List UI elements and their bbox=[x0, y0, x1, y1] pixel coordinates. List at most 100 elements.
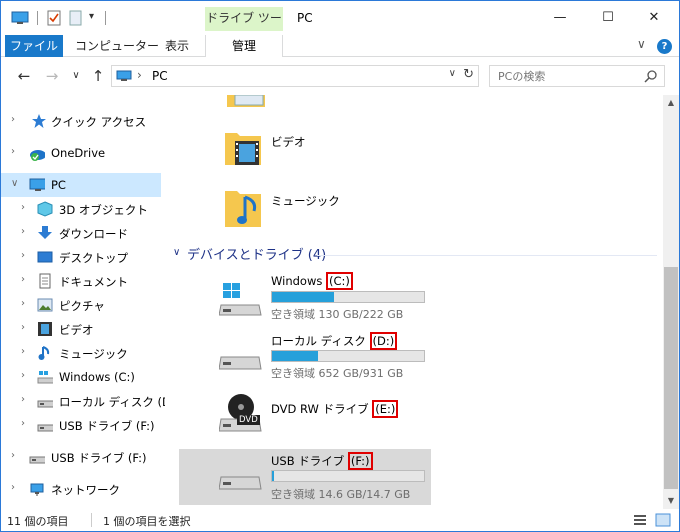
expand-chevron-icon[interactable]: › bbox=[21, 346, 25, 357]
3d-objects-icon bbox=[37, 201, 53, 217]
properties-icon[interactable] bbox=[47, 10, 61, 26]
status-bar: 11 個の項目 1 個の項目を選択 bbox=[1, 509, 679, 531]
address-history-dropdown[interactable]: ∨ bbox=[449, 68, 456, 79]
windows-drive-icon bbox=[37, 371, 53, 384]
expand-chevron-icon[interactable]: › bbox=[21, 298, 25, 309]
pc-icon bbox=[29, 178, 45, 191]
drive-usage-bar bbox=[271, 350, 425, 362]
pc-icon bbox=[116, 70, 132, 81]
nav-item-label: USB ドライブ (F:) bbox=[51, 451, 147, 465]
nav-item-onedrive[interactable]: › OneDrive bbox=[1, 141, 161, 165]
breadcrumb-separator[interactable]: › bbox=[137, 68, 142, 82]
up-button[interactable]: ↑ bbox=[89, 67, 107, 85]
tab-computer[interactable]: コンピューター bbox=[75, 35, 159, 57]
customize-quick-access-icon[interactable]: ▾ bbox=[89, 11, 94, 22]
expand-chevron-icon[interactable]: › bbox=[21, 202, 25, 213]
tab-file[interactable]: ファイル bbox=[5, 35, 63, 57]
search-input[interactable] bbox=[490, 66, 640, 86]
expand-chevron-icon[interactable]: › bbox=[21, 274, 25, 285]
star-icon bbox=[32, 114, 46, 128]
collapse-chevron-icon[interactable]: ∨ bbox=[11, 178, 18, 189]
nav-item-label: クイック アクセス bbox=[51, 115, 147, 129]
expand-chevron-icon[interactable]: › bbox=[11, 482, 15, 493]
nav-item-videos[interactable]: › ビデオ bbox=[1, 317, 161, 341]
forward-button[interactable]: → bbox=[43, 67, 61, 85]
drive-name: Windows (C:) bbox=[271, 272, 353, 290]
drive-letter-highlight: (E:) bbox=[372, 400, 399, 418]
tab-view[interactable]: 表示 bbox=[165, 35, 189, 57]
expand-chevron-icon[interactable]: › bbox=[21, 370, 25, 381]
dvd-badge: DVD bbox=[237, 415, 260, 425]
search-box[interactable] bbox=[489, 65, 665, 87]
new-folder-icon[interactable] bbox=[69, 10, 82, 26]
network-icon bbox=[30, 483, 44, 496]
expand-chevron-icon[interactable]: › bbox=[11, 146, 15, 157]
nav-item-local-disk-d[interactable]: › ローカル ディスク (D:) bbox=[1, 389, 165, 413]
download-icon bbox=[38, 226, 52, 239]
group-divider bbox=[317, 255, 657, 256]
expand-chevron-icon[interactable]: › bbox=[11, 450, 15, 461]
ribbon-tab-bar: ファイル コンピューター 表示 管理 ∨ bbox=[1, 35, 679, 57]
scroll-up-arrow-icon[interactable]: ▲ bbox=[663, 95, 679, 111]
nav-item-3d-objects[interactable]: › 3D オブジェクト bbox=[1, 197, 161, 221]
folder-label: ビデオ bbox=[271, 135, 306, 149]
tab-manage[interactable]: 管理 bbox=[205, 35, 283, 57]
windows-drive-icon bbox=[219, 283, 262, 316]
nav-item-music[interactable]: › ミュージック bbox=[1, 341, 161, 365]
pc-icon[interactable] bbox=[11, 11, 29, 25]
scrollbar-thumb[interactable] bbox=[664, 267, 678, 489]
pictures-folder-icon[interactable] bbox=[225, 95, 267, 109]
expand-chevron-icon[interactable]: › bbox=[21, 322, 25, 333]
drive-letter-highlight: (C:) bbox=[326, 272, 353, 290]
video-icon bbox=[38, 322, 52, 336]
nav-item-downloads[interactable]: › ダウンロード bbox=[1, 221, 161, 245]
group-header-devices[interactable]: デバイスとドライブ (4) bbox=[187, 244, 326, 263]
large-icons-view-icon[interactable] bbox=[655, 513, 671, 527]
pictures-icon bbox=[37, 298, 53, 312]
nav-item-usb-f[interactable]: › USB ドライブ (F:) bbox=[1, 445, 161, 469]
expand-chevron-icon[interactable]: › bbox=[21, 226, 25, 237]
video-folder-icon bbox=[225, 133, 261, 165]
item-count: 11 個の項目 bbox=[7, 515, 69, 528]
expand-chevron-icon[interactable]: › bbox=[21, 250, 25, 261]
nav-item-label: ビデオ bbox=[59, 323, 94, 337]
drive-tools-context-header: ドライブ ツール bbox=[205, 7, 283, 47]
refresh-button[interactable]: ↻ bbox=[463, 67, 474, 82]
address-bar[interactable]: › PC ∨ ↻ bbox=[111, 65, 479, 87]
scroll-down-arrow-icon[interactable]: ▼ bbox=[663, 493, 679, 509]
folder-label: ミュージック bbox=[271, 194, 340, 208]
nav-item-pc[interactable]: ∨ PC bbox=[1, 173, 161, 197]
usb-drive-icon bbox=[29, 456, 45, 464]
nav-item-label: ドキュメント bbox=[59, 275, 128, 289]
window-title: PC bbox=[297, 11, 313, 25]
nav-item-windows-c[interactable]: › Windows (C:) bbox=[1, 365, 161, 389]
expand-chevron-icon[interactable]: › bbox=[21, 394, 25, 405]
nav-item-desktop[interactable]: › デスクトップ bbox=[1, 245, 161, 269]
search-icon[interactable] bbox=[644, 69, 658, 83]
selection-count: 1 個の項目を選択 bbox=[103, 515, 191, 528]
drive-free-space: 空き領域 14.6 GB/14.7 GB bbox=[271, 488, 411, 501]
details-view-icon[interactable] bbox=[633, 513, 647, 527]
breadcrumb-pc[interactable]: PC bbox=[152, 69, 168, 83]
expand-chevron-icon[interactable]: › bbox=[11, 114, 15, 125]
nav-item-network[interactable]: › ネットワーク bbox=[1, 477, 161, 501]
help-button[interactable]: ? bbox=[657, 39, 672, 54]
documents-icon bbox=[39, 273, 51, 289]
back-button[interactable]: ← bbox=[15, 67, 33, 85]
usb-drive-icon bbox=[37, 424, 53, 432]
nav-item-pictures[interactable]: › ピクチャ bbox=[1, 293, 161, 317]
nav-item-usb-f-child[interactable]: › USB ドライブ (F:) bbox=[1, 413, 161, 437]
expand-ribbon-button[interactable]: ∨ bbox=[637, 37, 646, 51]
maximize-button[interactable]: ☐ bbox=[585, 7, 631, 29]
minimize-button[interactable]: — bbox=[537, 7, 583, 29]
expand-chevron-icon[interactable]: › bbox=[21, 418, 25, 429]
close-button[interactable]: ✕ bbox=[631, 7, 677, 29]
nav-item-documents[interactable]: › ドキュメント bbox=[1, 269, 161, 293]
vertical-scrollbar[interactable]: ▲ ▼ bbox=[663, 95, 679, 509]
nav-item-quick-access[interactable]: › クイック アクセス bbox=[1, 109, 161, 133]
music-icon bbox=[38, 346, 50, 360]
quick-access-separator bbox=[105, 11, 106, 25]
drive-icon bbox=[219, 356, 262, 370]
collapse-group-icon[interactable]: ∨ bbox=[173, 247, 180, 258]
recent-locations-button[interactable]: ∨ bbox=[67, 67, 85, 85]
